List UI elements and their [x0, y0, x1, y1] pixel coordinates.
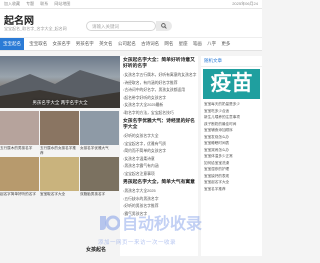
- top-link-favorite[interactable]: 加入收藏: [4, 1, 20, 6]
- thumbnail-image: [0, 157, 39, 191]
- thumbnail-caption: 宝宝取名字大全: [40, 192, 66, 196]
- thumbnail-card[interactable]: 五行属水的女孩名字推荐: [40, 111, 79, 155]
- nav-item[interactable]: 笔画: [193, 38, 202, 50]
- news-headline[interactable]: 女孩起名字大全：简单好听诗意又好听的名字: [120, 56, 198, 72]
- nav-item[interactable]: 网名: [164, 38, 173, 50]
- thumbnail-caption: 双胞胎男孩名字: [80, 192, 106, 196]
- search-icon: [161, 23, 167, 29]
- news-item[interactable]: 宝宝起名字，优雅有气质: [120, 141, 198, 149]
- search-button[interactable]: [156, 21, 172, 31]
- thumbnail-image: [80, 157, 119, 191]
- nav-item[interactable]: 宝宝取名: [29, 38, 47, 50]
- thumbnail-card[interactable]: 双胞胎男孩名字: [80, 157, 119, 197]
- news-item[interactable]: 男孩名字霸气有内涵: [120, 163, 198, 171]
- date-text: 2025年06月24: [232, 1, 258, 6]
- banner-caption: 男孩名字大全 两字名字大全: [32, 100, 88, 105]
- news-headline[interactable]: 女孩名字优雅大气：诗经里的好名字大全: [120, 117, 198, 133]
- thumbnail-caption: 起名字简单好听的名字: [0, 192, 36, 196]
- top-bar: 加入收藏 专题 联系 网站地图 2025年06月24: [0, 0, 262, 9]
- nav-item[interactable]: 男孩名字: [76, 38, 94, 50]
- search-input[interactable]: 请输入关键词: [86, 21, 156, 31]
- nav-item[interactable]: 星座: [179, 38, 188, 50]
- top-link-sitemap[interactable]: 网站地图: [54, 1, 70, 6]
- nav-item[interactable]: 英文名: [99, 38, 113, 50]
- sidebar-item[interactable]: 宝宝名字推荐: [201, 186, 262, 193]
- site-logo[interactable]: 起名网: [4, 12, 34, 27]
- news-item[interactable]: 女孩名字温柔诗意: [120, 156, 198, 164]
- main-nav: 宝宝起名 宝宝取名 女孩名字 男孩名字 英文名 公司起名 古诗词名 网名 星座 …: [0, 37, 262, 51]
- nav-item[interactable]: 女孩名字: [53, 38, 71, 50]
- nav-item[interactable]: 更多: [221, 38, 230, 50]
- nav-item[interactable]: 古诗词名: [141, 38, 159, 50]
- watermark-subtext: 添加一网页一来访一次一收录: [98, 240, 177, 246]
- news-item[interactable]: 五行缺水的男孩名字: [120, 196, 198, 204]
- thumbnail-card[interactable]: 女孩名字优雅大气: [80, 111, 119, 151]
- nav-item[interactable]: 公司起名: [118, 38, 136, 50]
- thumbnail-image: [80, 111, 119, 145]
- news-item[interactable]: 女孩名字大全2025最新: [120, 102, 198, 110]
- banner-image[interactable]: 男孩名字大全 两字名字大全: [0, 56, 120, 108]
- thumbnail-card[interactable]: 起名字简单好听的名字: [0, 157, 39, 197]
- news-item[interactable]: 起名带字好听的女孩名字: [120, 95, 198, 103]
- nav-item-baby-naming[interactable]: 宝宝起名: [0, 38, 24, 50]
- thumbnail-card[interactable]: 五行属木的男孩名字: [0, 111, 39, 151]
- thumbnail-image: [40, 111, 79, 145]
- thumbnail-card[interactable]: 宝宝取名字大全: [40, 157, 79, 197]
- nav-item[interactable]: 八字: [207, 38, 216, 50]
- news-item[interactable]: 取名字的方法，宝宝起名技巧: [120, 110, 198, 118]
- news-item[interactable]: 古诗词中的好名字，男孩女孩都适用: [120, 87, 198, 95]
- news-item[interactable]: 男孩名字大全2025: [120, 188, 198, 196]
- watermark-logo-icon: [100, 215, 120, 231]
- watermark-text: 自动秒收录: [122, 216, 203, 233]
- news-headline[interactable]: 男孩起名字大全，简单大气有寓意: [120, 178, 198, 188]
- news-item[interactable]: 诗经取名，有内涵的好名字推荐: [120, 80, 198, 88]
- news-item[interactable]: 宝宝起名注意事项: [120, 171, 198, 179]
- thumbnail-caption: 五行属水的女孩名字推荐: [40, 146, 76, 155]
- top-links: 加入收藏 专题 联系 网站地图: [4, 0, 75, 8]
- thumbnail-caption: 五行属木的男孩名字: [0, 146, 33, 150]
- thumbnail-caption: 女孩名字优雅大气: [80, 146, 109, 150]
- top-link-contact[interactable]: 联系: [40, 1, 48, 6]
- thumbnail-image: [40, 157, 79, 191]
- sidebar-title: 随机文章: [201, 56, 262, 67]
- thumbnail-image: [0, 111, 39, 145]
- sidebar-image[interactable]: 疫苗: [203, 69, 260, 99]
- site-subtitle: 宝宝起名_取名字_名字大全_起名网: [4, 26, 67, 31]
- news-item[interactable]: 女孩名字五行属木，好听有寓意的女孩名字: [120, 72, 198, 80]
- news-item[interactable]: 简约而不简单的女孩名字: [120, 148, 198, 156]
- top-link-topic[interactable]: 专题: [26, 1, 34, 6]
- news-item[interactable]: 好听的女孩名字大全: [120, 133, 198, 141]
- header: 起名网 宝宝起名_取名字_名字大全_起名网 请输入关键词: [0, 9, 262, 37]
- watermark-overlay: 自动秒收录 添加一网页一来访一次一收录: [98, 210, 228, 250]
